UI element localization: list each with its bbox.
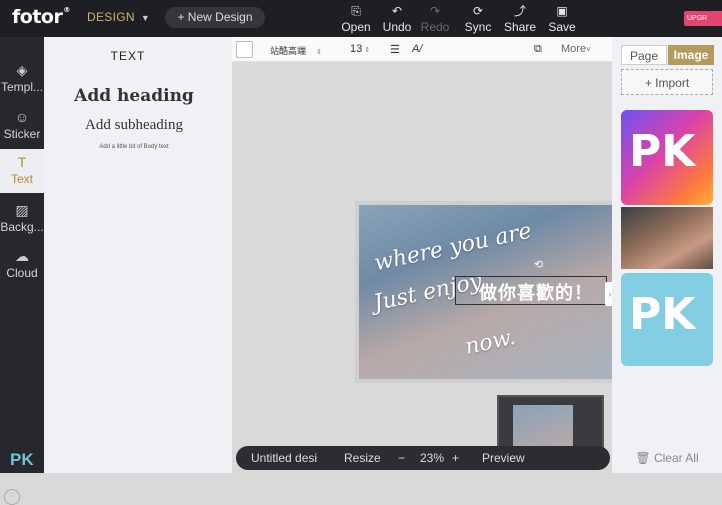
tab-page[interactable]: Page <box>621 45 667 65</box>
import-button[interactable]: + Import <box>621 69 713 95</box>
chevron-updown-icon: ⇕ <box>316 49 322 56</box>
zoom-out-button[interactable]: − <box>398 451 405 465</box>
pk-logo: PK <box>629 289 696 340</box>
navigator-thumbnail <box>513 405 573 450</box>
upgrade-badge[interactable]: UPGR <box>684 11 722 26</box>
preview-button[interactable]: Preview <box>482 451 525 465</box>
sticker-icon: ☺ <box>14 109 30 125</box>
pk-logo: PK <box>10 450 34 469</box>
undo-button[interactable]: ↶ Undo <box>377 4 417 34</box>
trash-icon: 🗑 <box>635 451 651 465</box>
save-button[interactable]: ▣ Save <box>542 4 582 34</box>
image-thumb-pk-gradient[interactable]: PK <box>621 110 713 205</box>
background-icon: ▨ <box>15 202 29 218</box>
more-menu[interactable]: More˅ <box>561 43 591 55</box>
fotor-logo[interactable]: fotor® <box>12 6 70 28</box>
canvas-photo[interactable]: where you are Just enjoy now. 做你喜歡的！ ⟲ <box>359 205 612 379</box>
canvas-text-line3[interactable]: now. <box>463 325 518 360</box>
chevron-down-icon: ▼ <box>140 13 151 23</box>
chevron-updown-icon: ⇕ <box>364 47 371 54</box>
share-icon: ⤴ <box>513 4 526 18</box>
text-panel: TEXT Add heading Add subheading Add a li… <box>44 37 232 473</box>
redo-icon: ↷ <box>429 4 441 18</box>
resize-button[interactable]: Resize <box>344 451 381 465</box>
top-toolbar: fotor® DESIGN ▼ + New Design ⎘ Open ↶ Undo ↷ R… <box>0 0 722 37</box>
share-button[interactable]: ⤴ Share <box>500 4 540 34</box>
redo-button[interactable]: ↷ Redo <box>415 4 455 34</box>
image-thumb-baby-feet[interactable] <box>621 207 713 269</box>
open-button[interactable]: ⎘ Open <box>336 4 376 34</box>
zoom-level: 23% <box>420 451 445 465</box>
text-icon: T <box>17 154 27 170</box>
bottom-bar: Untitled desi Resize − 23% + Preview <box>236 446 610 470</box>
document-name[interactable]: Untitled desi <box>251 451 321 465</box>
pk-logo: PK <box>629 126 696 177</box>
chevron-down-icon: ˅ <box>586 45 591 54</box>
add-body-text-button[interactable]: Add a little bit of Body text <box>44 144 224 150</box>
tab-image[interactable]: Image <box>668 45 714 65</box>
panel-title: TEXT <box>110 49 146 63</box>
font-size-selector[interactable]: 13 ⇕ <box>350 43 370 55</box>
clear-all-button[interactable]: 🗑 Clear All <box>612 451 722 465</box>
zoom-in-button[interactable]: + <box>452 451 459 465</box>
rotate-handle-icon[interactable]: ⟲ <box>534 258 543 271</box>
help-icon[interactable]: ? <box>4 489 20 505</box>
font-selector[interactable]: 站酷高端 ⇕ <box>270 44 322 57</box>
right-panel: Page Image + Import PK PK 🗑 Clear All <box>612 37 722 473</box>
sidebar-item-layers[interactable]: ◈ Templ... <box>0 57 44 101</box>
canvas-text-line1[interactable]: where you are <box>372 219 534 277</box>
sidebar-item-text[interactable]: T Text <box>0 149 44 193</box>
sync-button[interactable]: ⟳ Sync <box>458 4 498 34</box>
new-design-button[interactable]: + New Design <box>165 7 265 28</box>
undo-icon: ↶ <box>391 4 403 18</box>
layers-icon: ◈ <box>16 62 28 78</box>
add-subheading-button[interactable]: Add subheading <box>44 117 224 134</box>
left-nav-rail: ◈ Templ... ☺ Sticker T Text ▨ Backg... ☁ Cloud PK… <box>0 37 44 505</box>
save-icon: ▣ <box>556 4 568 18</box>
open-icon: ⎘ <box>351 4 361 18</box>
cloud-icon: ☁ <box>15 248 29 264</box>
sidebar-item-background[interactable]: ▨ Backg... <box>0 197 44 241</box>
design-menu[interactable]: DESIGN ▼ <box>87 10 150 24</box>
sidebar-item-sticker[interactable]: ☺ Sticker <box>0 104 44 148</box>
align-icon[interactable]: ☰ <box>390 43 400 56</box>
canvas-chinese-text[interactable]: 做你喜歡的！ <box>479 279 593 305</box>
text-properties-bar: 站酷高端 ⇕ 13 ⇕ ☰ A/ ⧉ More˅ <box>232 37 612 62</box>
image-thumb-pk-blue[interactable]: PK <box>621 273 713 366</box>
duplicate-icon[interactable]: ⧉ <box>534 43 542 56</box>
sync-icon: ⟳ <box>472 4 484 18</box>
sidebar-item-cloud[interactable]: ☁ Cloud <box>0 243 44 287</box>
add-heading-button[interactable]: Add heading <box>44 86 224 106</box>
text-color-picker[interactable] <box>236 41 253 58</box>
text-style-icon[interactable]: A/ <box>412 43 422 55</box>
